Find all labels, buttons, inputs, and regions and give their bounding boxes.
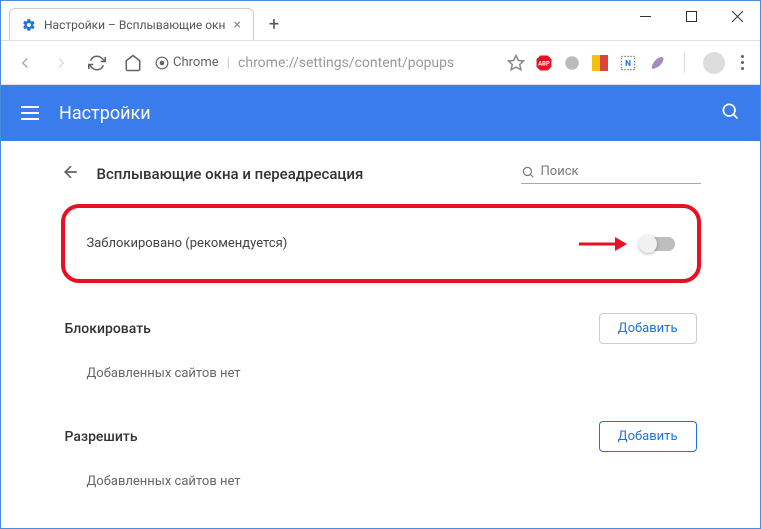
extension-feather-icon[interactable] [647,54,665,72]
url-text: chrome://settings/content/popups [238,55,454,71]
page-title: Всплывающие окна и переадресация [97,165,364,183]
search-icon [521,165,535,179]
allow-section-title: Разрешить [65,429,138,445]
site-info-icon[interactable]: Chrome [155,55,219,70]
extension-flag-icon[interactable] [591,54,609,72]
toolbar-actions: ABP N [507,52,750,74]
toolbar-divider [675,54,693,72]
search-placeholder: Поиск [541,164,579,179]
block-empty-text: Добавленных сайтов нет [65,366,697,381]
maximize-button[interactable] [668,1,714,31]
block-add-button[interactable]: Добавить [599,313,697,344]
minimize-button[interactable] [622,1,668,31]
menu-button[interactable] [735,55,750,70]
svg-text:ABP: ABP [538,60,550,67]
blocked-toggle-row: Заблокировано (рекомендуется) [61,204,701,283]
tab-close-icon[interactable]: × [233,17,240,33]
extension-abp-icon[interactable]: ABP [535,54,553,72]
new-tab-button[interactable]: + [260,10,288,38]
header-search-icon[interactable] [720,101,740,125]
browser-toolbar: Chrome | chrome://settings/content/popup… [1,41,760,85]
profile-avatar[interactable] [703,52,725,74]
toggle-knob [639,235,657,253]
titlebar: Настройки – Всплывающие окн × + [1,1,760,41]
annotation-arrow-icon [577,234,627,254]
block-section-title: Блокировать [65,321,151,337]
back-button[interactable] [11,49,39,77]
block-section: Блокировать Добавить Добавленных сайтов … [61,303,701,411]
header-title: Настройки [59,103,151,124]
window-controls [622,1,760,31]
allow-add-button[interactable]: Добавить [599,421,697,452]
extension-n-icon[interactable]: N [619,54,637,72]
subheader: Всплывающие окна и переадресация Поиск [61,162,701,186]
extension-grey-icon[interactable] [563,54,581,72]
svg-text:N: N [625,59,631,69]
allow-section: Разрешить Добавить Добавленных сайтов не… [61,411,701,519]
forward-button [47,49,75,77]
home-button[interactable] [119,49,147,77]
settings-header: Настройки [1,85,760,141]
back-arrow-icon[interactable] [61,162,81,186]
settings-gear-icon [22,18,36,32]
tab-title: Настройки – Всплывающие окн [44,18,225,32]
content: Всплывающие окна и переадресация Поиск З… [31,142,731,528]
blocked-toggle[interactable] [641,237,675,251]
settings-search-input[interactable]: Поиск [521,164,701,184]
allow-empty-text: Добавленных сайтов нет [65,474,697,489]
hamburger-menu-icon[interactable] [21,106,39,120]
browser-tab[interactable]: Настройки – Всплывающие окн × [9,8,254,40]
reload-button[interactable] [83,49,111,77]
bookmark-star-icon[interactable] [507,54,525,72]
close-window-button[interactable] [714,1,760,31]
content-scroll[interactable]: Всплывающие окна и переадресация Поиск З… [1,142,760,528]
address-bar[interactable]: Chrome | chrome://settings/content/popup… [155,55,499,71]
toggle-label: Заблокировано (рекомендуется) [87,236,288,251]
url-scheme-label: Chrome [173,55,219,70]
